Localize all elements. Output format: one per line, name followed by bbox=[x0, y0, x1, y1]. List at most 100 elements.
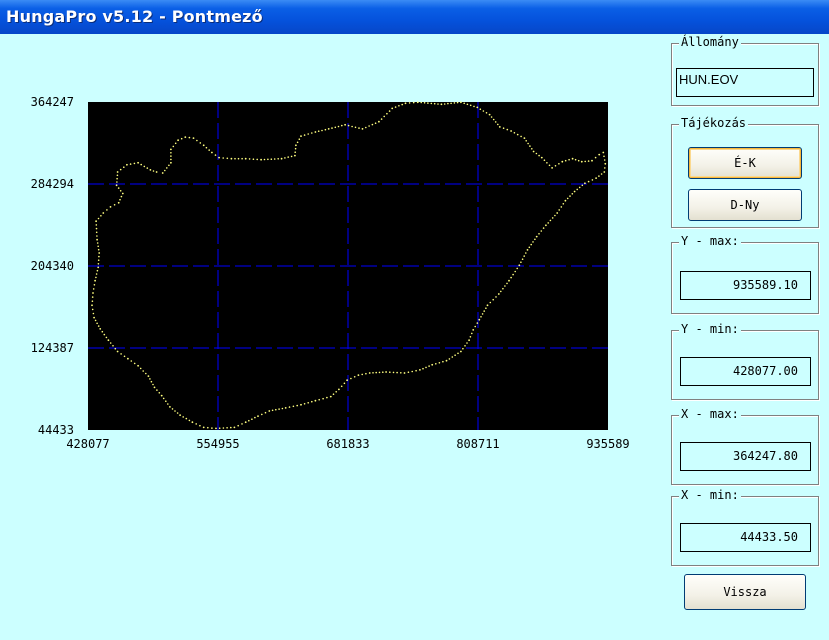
boundary-dot bbox=[303, 403, 306, 405]
boundary-dot bbox=[95, 224, 98, 226]
boundary-dot bbox=[514, 270, 516, 273]
boundary-dot bbox=[396, 371, 398, 374]
boundary-dot bbox=[388, 110, 391, 112]
boundary-dot bbox=[489, 301, 492, 304]
boundary-dot bbox=[549, 219, 552, 222]
boundary-dot bbox=[481, 313, 484, 315]
boundary-dot bbox=[442, 360, 444, 363]
boundary-dot bbox=[375, 371, 378, 374]
boundary-dot bbox=[548, 164, 551, 167]
boundary-dot bbox=[495, 296, 497, 298]
boundary-dot bbox=[386, 112, 388, 115]
boundary-dot bbox=[361, 373, 364, 376]
boundary-dot bbox=[92, 312, 95, 315]
data-point bbox=[468, 339, 470, 342]
boundary-dot bbox=[119, 168, 122, 171]
data-point bbox=[361, 128, 364, 130]
allomany-group: Állomány HUN.EOV bbox=[671, 35, 819, 106]
boundary-dot bbox=[492, 298, 495, 301]
boundary-dot bbox=[207, 426, 209, 429]
boundary-dot bbox=[158, 392, 161, 394]
boundary-dot bbox=[152, 170, 155, 172]
boundary-dot bbox=[520, 261, 522, 263]
data-point bbox=[497, 293, 500, 295]
boundary-dot bbox=[335, 391, 338, 393]
boundary-dot bbox=[492, 118, 495, 121]
boundary-dot bbox=[96, 235, 98, 237]
boundary-dot bbox=[538, 154, 540, 157]
data-point bbox=[526, 249, 529, 251]
data-point bbox=[440, 103, 443, 106]
boundary-dot bbox=[185, 417, 188, 420]
boundary-dot bbox=[237, 424, 239, 427]
data-point bbox=[153, 386, 156, 389]
boundary-dot bbox=[401, 103, 404, 106]
boundary-dot bbox=[182, 416, 184, 418]
boundary-dot bbox=[494, 121, 497, 123]
boundary-dot bbox=[435, 363, 437, 365]
boundary-dot bbox=[170, 155, 172, 157]
data-point bbox=[126, 163, 128, 166]
boundary-dot bbox=[152, 383, 154, 386]
boundary-dot bbox=[95, 227, 98, 230]
xmax-label: X - max: bbox=[679, 407, 741, 421]
boundary-dot bbox=[482, 110, 485, 112]
y-tick-label: 124387 bbox=[31, 341, 74, 355]
boundary-dot bbox=[353, 376, 356, 378]
x-tick-label: 554955 bbox=[196, 437, 239, 451]
boundary-dot bbox=[483, 310, 486, 312]
data-point bbox=[117, 201, 120, 204]
boundary-dot bbox=[450, 102, 452, 105]
boundary-dot bbox=[174, 410, 176, 412]
boundary-dot bbox=[576, 188, 578, 191]
boundary-dot bbox=[581, 184, 584, 187]
boundary-dot bbox=[230, 426, 232, 429]
boundary-dot bbox=[307, 402, 310, 404]
data-point bbox=[486, 304, 489, 307]
data-point bbox=[244, 421, 247, 424]
boundary-dot bbox=[463, 102, 466, 105]
data-point bbox=[99, 328, 102, 330]
data-point bbox=[532, 150, 535, 153]
boundary-dot bbox=[196, 139, 198, 142]
boundary-dot bbox=[531, 148, 533, 150]
data-point bbox=[294, 154, 296, 157]
boundary-dot bbox=[92, 288, 95, 290]
boundary-dot bbox=[516, 133, 519, 136]
boundary-dot bbox=[211, 427, 213, 429]
data-point bbox=[284, 407, 287, 409]
data-point bbox=[460, 350, 462, 353]
boundary-dot bbox=[334, 126, 337, 129]
boundary-dot bbox=[273, 158, 276, 160]
boundary-dot bbox=[587, 160, 590, 162]
data-point bbox=[535, 235, 538, 238]
boundary-dot bbox=[311, 400, 313, 403]
data-point bbox=[540, 156, 543, 159]
vissza-button[interactable]: Vissza bbox=[684, 574, 806, 610]
boundary-dot bbox=[523, 255, 525, 257]
data-point bbox=[344, 123, 346, 126]
y-tick-label: 284294 bbox=[31, 177, 74, 191]
ek-button[interactable]: É-K bbox=[688, 147, 802, 179]
boundary-dot bbox=[485, 112, 488, 114]
boundary-dot bbox=[598, 175, 600, 177]
title-bar[interactable]: HungaPro v5.12 - Pontmező bbox=[0, 0, 829, 34]
boundary-dot bbox=[566, 197, 569, 200]
boundary-dot bbox=[129, 163, 132, 165]
boundary-dot bbox=[462, 347, 464, 350]
boundary-dot bbox=[425, 366, 427, 369]
data-point bbox=[404, 102, 407, 105]
boundary-dot bbox=[100, 215, 102, 217]
dny-button[interactable]: D-Ny bbox=[688, 189, 802, 221]
boundary-dot bbox=[562, 203, 565, 205]
data-point bbox=[155, 171, 158, 173]
boundary-dot bbox=[532, 241, 534, 243]
boundary-dot bbox=[350, 377, 352, 380]
boundary-dot bbox=[292, 405, 295, 408]
data-point bbox=[149, 169, 152, 171]
boundary-dot bbox=[341, 124, 343, 127]
boundary-dot bbox=[119, 198, 121, 201]
boundary-dot bbox=[525, 252, 527, 254]
data-point bbox=[357, 374, 360, 376]
boundary-dot bbox=[543, 159, 546, 161]
